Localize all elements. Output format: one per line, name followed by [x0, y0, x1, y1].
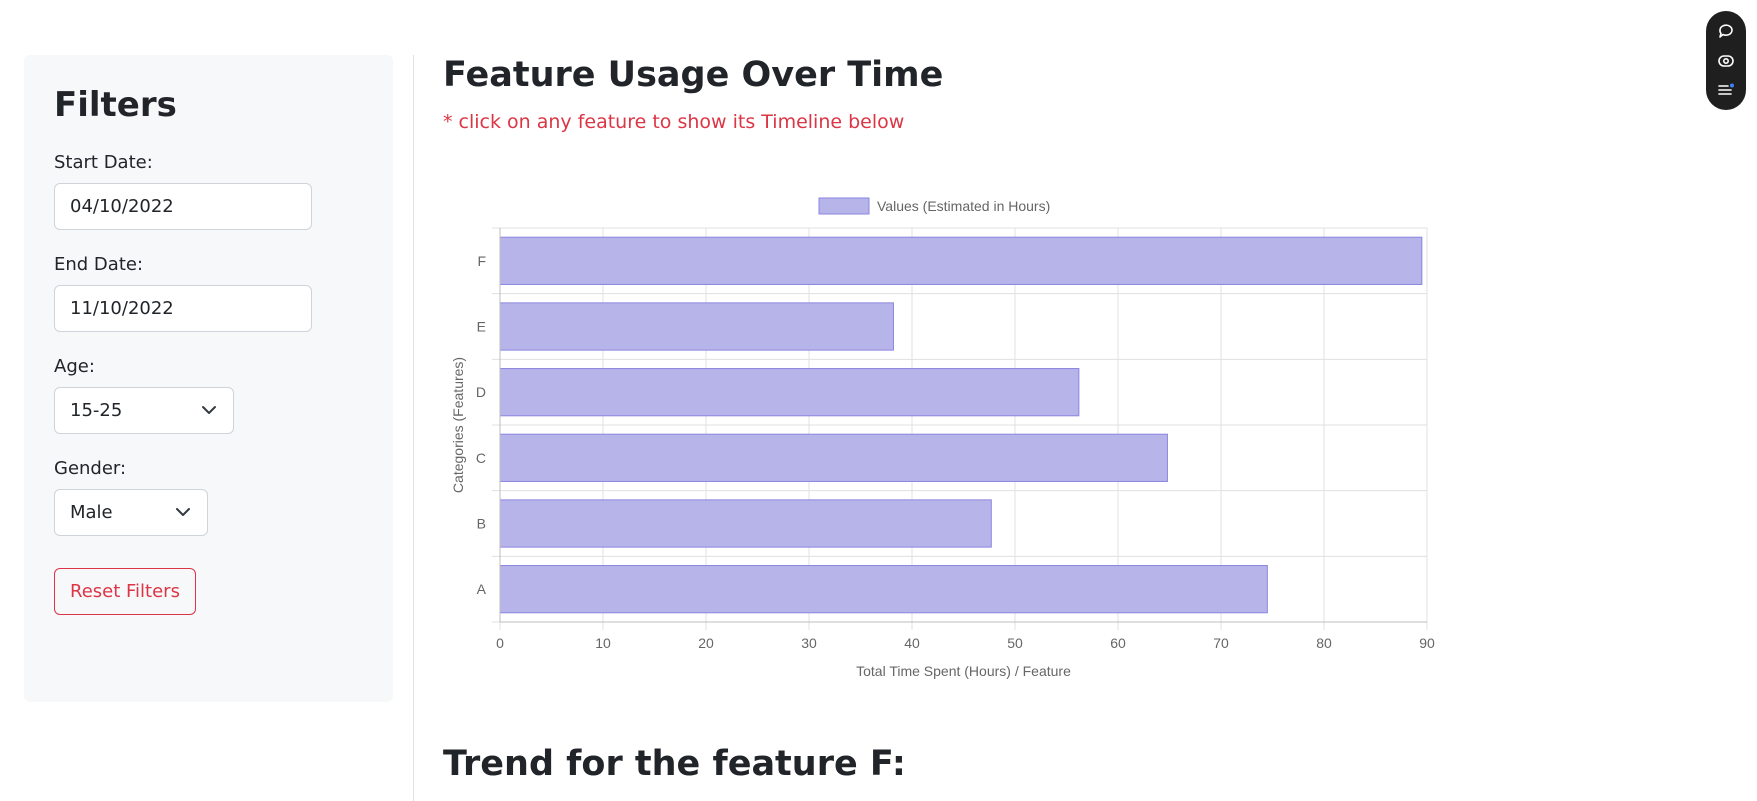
legend-swatch — [818, 197, 870, 215]
x-tick-label: 90 — [1419, 635, 1435, 651]
y-tick-label: A — [477, 581, 487, 597]
bar-E[interactable] — [499, 302, 894, 351]
y-tick-label: C — [476, 450, 486, 466]
bar-C[interactable] — [499, 433, 1168, 482]
y-axis-title: Categories (Features) — [450, 357, 466, 493]
y-tick-label: B — [477, 516, 486, 532]
list-icon[interactable] — [1717, 81, 1735, 99]
eye-icon[interactable] — [1717, 52, 1735, 70]
feature-usage-chart: 0 10 20 30 40 50 60 70 80 90 A B C D E F Values (Estima… — [450, 197, 1435, 679]
bar-D[interactable] — [499, 368, 1080, 417]
y-tick-label: F — [477, 253, 486, 269]
x-axis-title: Total Time Spent (Hours) / Feature — [856, 663, 1071, 679]
bar-A[interactable] — [499, 565, 1268, 614]
x-tick-label: 20 — [698, 635, 714, 651]
x-tick-label: 10 — [595, 635, 611, 651]
legend-label: Values (Estimated in Hours) — [877, 198, 1050, 214]
trend-title: Trend for the feature F: — [443, 744, 906, 784]
x-tick-label: 0 — [496, 635, 504, 651]
chart-legend: Values (Estimated in Hours) — [818, 197, 1050, 215]
x-tick-label: 30 — [801, 635, 817, 651]
x-tick-label: 40 — [904, 635, 920, 651]
chat-icon[interactable] — [1717, 22, 1735, 40]
x-tick-label: 80 — [1316, 635, 1332, 651]
y-tick-label: D — [476, 384, 486, 400]
x-tick-label: 50 — [1007, 635, 1023, 651]
bar-F[interactable] — [499, 236, 1423, 285]
floating-toolbar — [1706, 11, 1746, 110]
bar-B[interactable] — [499, 499, 992, 548]
x-tick-label: 60 — [1110, 635, 1126, 651]
y-tick-label: E — [477, 319, 486, 335]
x-tick-label: 70 — [1213, 635, 1229, 651]
